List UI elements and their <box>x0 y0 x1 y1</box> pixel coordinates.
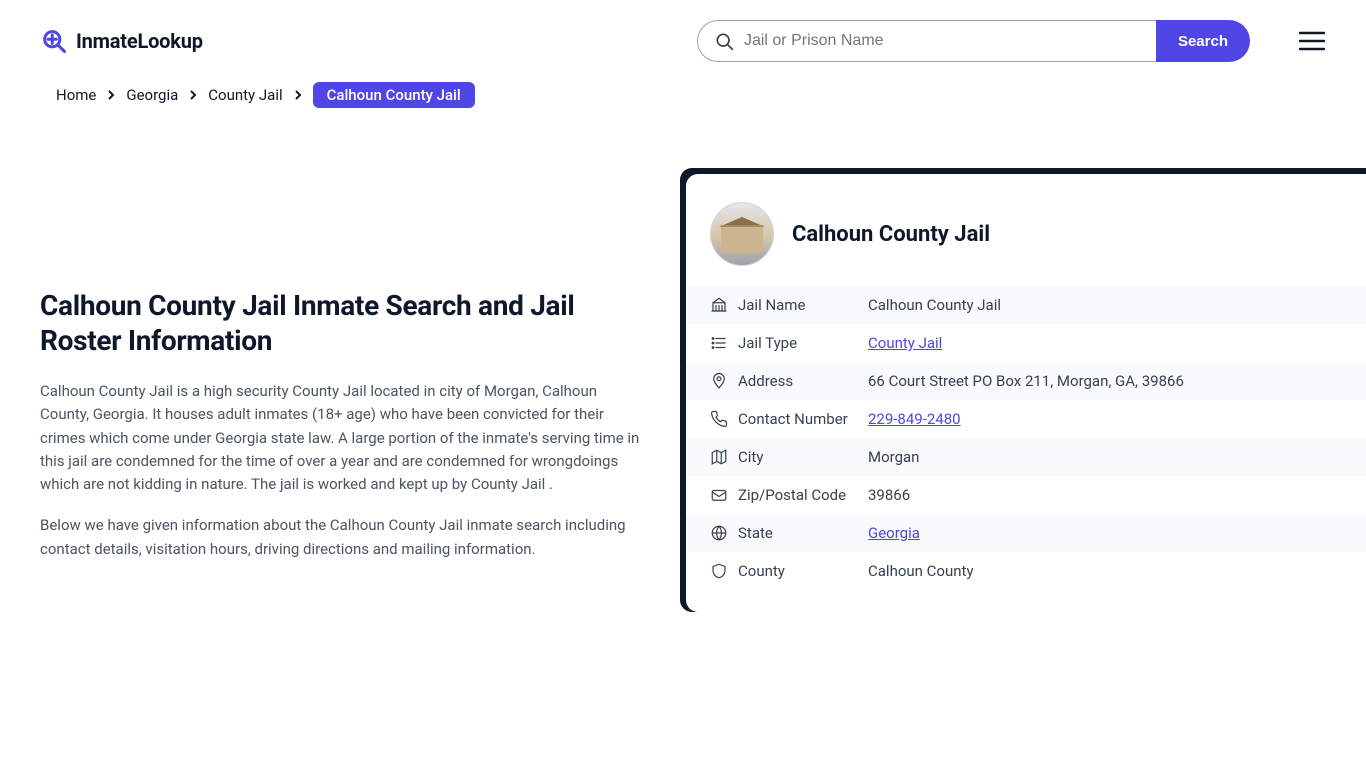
article-paragraph: Calhoun County Jail is a high security C… <box>40 380 640 496</box>
card-title: Calhoun County Jail <box>792 222 990 247</box>
search-icon <box>714 31 734 51</box>
info-row-link[interactable]: County Jail <box>868 334 942 352</box>
map-icon <box>710 448 738 466</box>
breadcrumb-current: Calhoun County Jail <box>313 82 475 108</box>
info-row: Address66 Court Street PO Box 211, Morga… <box>686 362 1366 400</box>
info-row-link[interactable]: 229-849-2480 <box>868 410 961 428</box>
info-row: Jail NameCalhoun County Jail <box>686 286 1366 324</box>
shield-icon <box>710 562 738 580</box>
info-row: Jail TypeCounty Jail <box>686 324 1366 362</box>
info-row-label: City <box>738 448 868 466</box>
info-row: StateGeorgia <box>686 514 1366 552</box>
jail-avatar <box>710 202 774 266</box>
header: InmateLookup Search <box>0 0 1366 74</box>
info-row: Zip/Postal Code39866 <box>686 476 1366 514</box>
info-row-value: Calhoun County <box>868 562 974 580</box>
chevron-right-icon <box>293 89 303 101</box>
info-row: Contact Number229-849-2480 <box>686 400 1366 438</box>
search-magnify-icon <box>40 27 68 55</box>
chevron-right-icon <box>188 89 198 101</box>
breadcrumb: Home Georgia County Jail Calhoun County … <box>0 74 1366 108</box>
info-row-label: Contact Number <box>738 410 868 428</box>
search-button[interactable]: Search <box>1156 20 1250 62</box>
building-icon <box>710 296 738 314</box>
breadcrumb-state[interactable]: Georgia <box>126 86 178 104</box>
info-row-label: Address <box>738 372 868 390</box>
pin-icon <box>710 372 738 390</box>
info-row-value: County Jail <box>868 334 942 352</box>
phone-icon <box>710 410 738 428</box>
info-row-value: Morgan <box>868 448 919 466</box>
logo-text: InmateLookup <box>76 29 203 53</box>
info-row-value: 66 Court Street PO Box 211, Morgan, GA, … <box>868 372 1184 390</box>
search-box[interactable] <box>697 20 1157 62</box>
info-card: Calhoun County Jail Jail NameCalhoun Cou… <box>686 174 1366 612</box>
info-row: CityMorgan <box>686 438 1366 476</box>
info-row-value: 39866 <box>868 486 910 504</box>
info-row-label: Zip/Postal Code <box>738 486 868 504</box>
info-row-link[interactable]: Georgia <box>868 524 920 542</box>
breadcrumb-type[interactable]: County Jail <box>208 86 282 104</box>
logo[interactable]: InmateLookup <box>40 27 203 55</box>
page-title: Calhoun County Jail Inmate Search and Ja… <box>40 288 640 358</box>
mail-icon <box>710 486 738 504</box>
breadcrumb-home[interactable]: Home <box>56 86 96 104</box>
chevron-right-icon <box>106 89 116 101</box>
info-card-wrapper: Calhoun County Jail Jail NameCalhoun Cou… <box>680 168 1366 612</box>
info-row-value: Georgia <box>868 524 920 542</box>
info-row-label: Jail Name <box>738 296 868 314</box>
info-row-label: Jail Type <box>738 334 868 352</box>
info-row-label: County <box>738 562 868 580</box>
list-icon <box>710 334 738 352</box>
info-row-value: Calhoun County Jail <box>868 296 1001 314</box>
info-row-value: 229-849-2480 <box>868 410 961 428</box>
info-row-label: State <box>738 524 868 542</box>
hamburger-menu-icon[interactable] <box>1298 30 1326 52</box>
article: Calhoun County Jail Inmate Search and Ja… <box>40 168 640 579</box>
info-row: CountyCalhoun County <box>686 552 1366 590</box>
search-input[interactable] <box>744 32 1140 50</box>
search-form: Search <box>697 20 1250 62</box>
article-paragraph: Below we have given information about th… <box>40 514 640 561</box>
globe-icon <box>710 524 738 542</box>
